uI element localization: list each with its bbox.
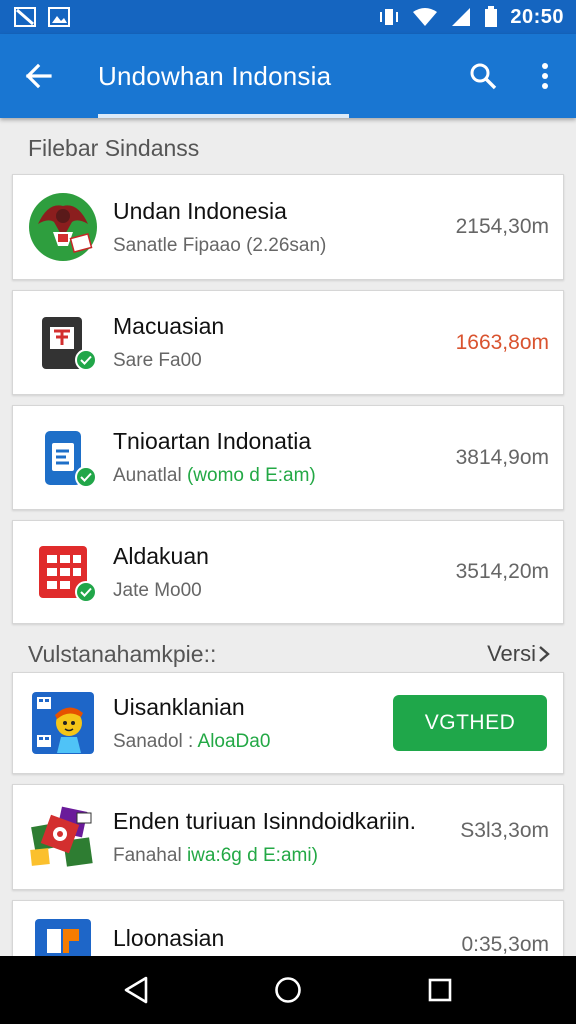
app-subtitle: Aunatlal (womo d E:am) (113, 465, 456, 487)
app-subtitle-highlight: iwa:6g d E:ami) (186, 844, 318, 866)
page-title: Undowhan Indonsia (98, 60, 332, 91)
back-button[interactable] (0, 34, 76, 118)
nav-home-button[interactable] (258, 960, 318, 1020)
back-arrow-icon (25, 63, 52, 89)
app-size: 3514,20m (455, 560, 549, 583)
app-bar: Undowhan Indonsia (0, 34, 576, 118)
status-bar: 20:50 (0, 0, 576, 34)
battery-icon (484, 6, 498, 28)
section-header: Filebar Sindanss (0, 122, 576, 174)
section-more-label: Versi (487, 641, 536, 666)
home-circle-icon (275, 977, 301, 1003)
garuda-app-icon (13, 175, 113, 279)
app-subtitle: Fanahal iwa:6g d E:ami) (113, 845, 563, 867)
app-subtitle-highlight: (womo d E:am) (186, 465, 316, 486)
app-list-item[interactable]: Aldakuan Jate Mo00 3514,20m (12, 520, 564, 624)
app-size: 0:35,3om (461, 933, 549, 956)
colorful-app-icon (13, 785, 113, 889)
app-name: Macuasian (113, 313, 225, 339)
app-list-item[interactable]: Undan Indonesia Sanatle Fipaao (2.26san)… (12, 174, 564, 280)
search-button[interactable] (452, 34, 514, 118)
app-size: 2154,30m (455, 215, 549, 238)
app-subtitle: Sare Fa00 (113, 350, 202, 371)
chevron-right-icon (539, 646, 550, 662)
section-more-link[interactable]: Versi (487, 641, 550, 667)
app-subtitle: Sanadol : AloaDa0 (113, 731, 393, 753)
app-subtitle-text: Sanadol : (113, 730, 198, 752)
section-title: Vulstanahamkpie:: (28, 640, 217, 667)
app-subtitle-text: Fanahal (113, 844, 187, 866)
app-list-item[interactable]: Tnioartan Indonatia Aunatlal (womo d E:a… (12, 405, 564, 510)
tab-indicator (98, 114, 350, 118)
app-size: S3l3,3om (460, 819, 549, 842)
cartoon-app-icon (13, 673, 113, 773)
app-subtitle: Sanatle Fipaao (2.26san) (113, 234, 327, 256)
vibrate-icon (378, 7, 400, 27)
dark-app-icon (13, 291, 113, 394)
blue-app-icon (13, 406, 113, 509)
app-bar-title-tab[interactable]: Undowhan Indonsia (76, 34, 353, 118)
app-name: Tnioartan Indonatia (113, 428, 312, 454)
back-triangle-icon (124, 976, 148, 1004)
app-list-item[interactable]: Enden turiuan Isinndoidkariin. Fanahal i… (12, 784, 564, 890)
nav-back-button[interactable] (106, 960, 166, 1020)
status-time: 20:50 (510, 5, 564, 28)
app-name: Aldakuan (113, 542, 209, 569)
update-button[interactable]: VGTHED (393, 695, 547, 751)
app-size: 1663,8om (455, 330, 549, 354)
section-title: Filebar Sindanss (28, 134, 200, 161)
nav-recents-button[interactable] (410, 960, 470, 1020)
installed-check-icon (75, 349, 97, 371)
app-subtitle: Jate Mo00 (113, 579, 202, 601)
overflow-menu-icon (542, 63, 548, 89)
app-name: Undan Indonesia (113, 197, 287, 224)
overflow-menu-button[interactable] (514, 34, 576, 118)
red-grid-app-icon (13, 521, 113, 623)
app-size: 3814,9om (455, 445, 549, 469)
notification-icon (14, 7, 36, 27)
app-subtitle-highlight: AloaDa0 (197, 730, 271, 752)
app-name: Lloonasian (113, 925, 225, 951)
signal-icon (450, 7, 472, 27)
wifi-icon (412, 7, 438, 27)
installed-check-icon (75, 581, 97, 603)
app-subtitle-text: Aunatlal (113, 465, 187, 486)
search-icon (470, 63, 497, 90)
app-list-item[interactable]: Macuasian Sare Fa00 1663,8om (12, 290, 564, 395)
app-list-item[interactable]: Uisanklanian Sanadol : AloaDa0 VGTHED (12, 672, 564, 774)
app-name: Uisanklanian (113, 693, 245, 720)
installed-check-icon (75, 466, 97, 488)
orange-blue-app-icon (13, 917, 113, 961)
system-nav-bar (0, 956, 576, 1024)
recents-square-icon (428, 978, 452, 1002)
image-icon (48, 7, 70, 27)
